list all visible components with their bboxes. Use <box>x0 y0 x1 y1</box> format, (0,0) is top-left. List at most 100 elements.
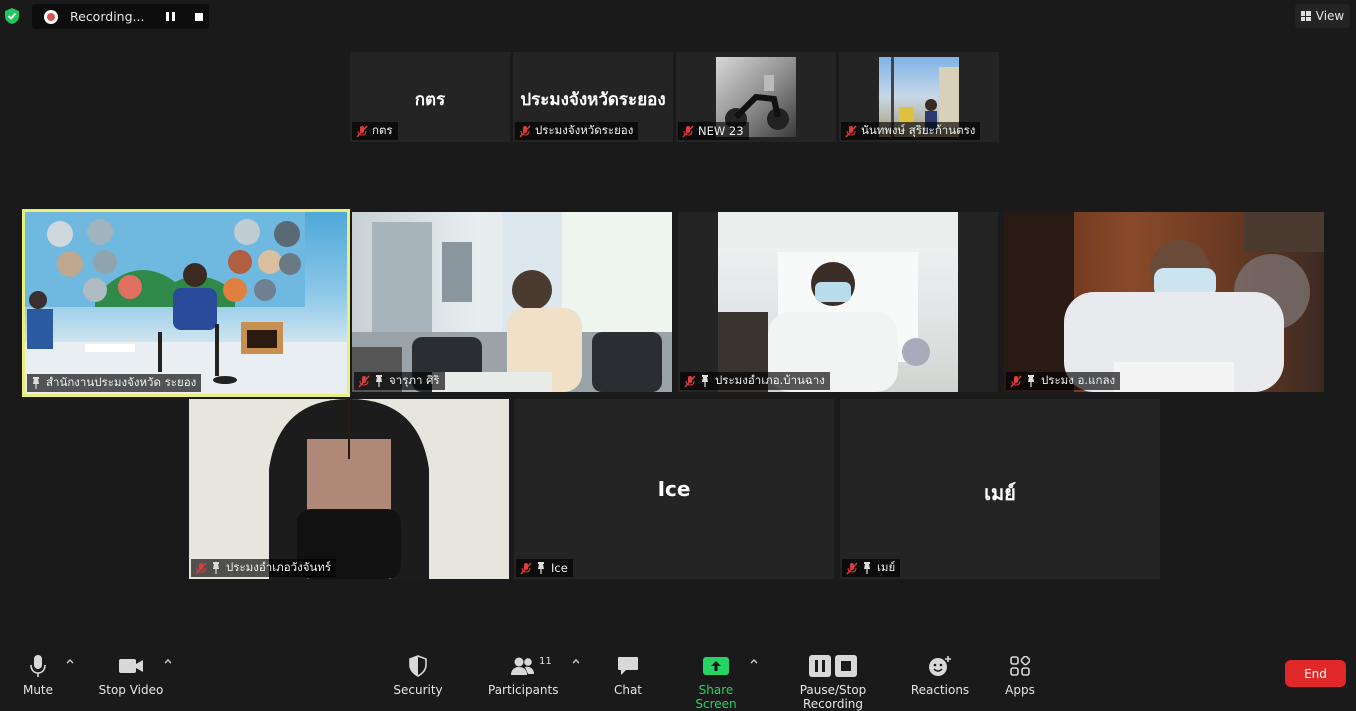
mic-muted-icon <box>356 125 368 137</box>
video-tile[interactable]: นันทพงษ์ สุริยะก้านตรง <box>839 52 999 142</box>
security-button[interactable]: Security <box>392 654 444 697</box>
stop-video-button[interactable]: Stop Video <box>96 654 166 697</box>
mic-muted-icon <box>519 125 531 137</box>
video-tile[interactable]: จารุภา ศิริ <box>352 212 672 392</box>
pin-icon <box>702 375 708 387</box>
participant-name: ประมง อ.แกลง <box>1041 373 1116 387</box>
video-feed <box>718 212 958 392</box>
reactions-label: Reactions <box>910 683 970 697</box>
recording-dot-icon <box>44 9 58 24</box>
stop-recording-icon[interactable] <box>195 12 203 21</box>
participant-name: เมย์ <box>877 560 896 574</box>
audio-options-chevron-up-icon[interactable] <box>65 656 75 666</box>
video-tile[interactable]: เมย์ เมย์ <box>840 399 1160 579</box>
share-screen-icon <box>703 657 729 675</box>
recording-status-text: Recording... <box>70 9 145 24</box>
mute-label: Mute <box>22 683 54 697</box>
participant-label: ประมง อ.แกลง <box>1006 372 1121 390</box>
mic-muted-icon <box>682 125 694 137</box>
participant-label: สำนักงานประมงจังหวัด ระยอง <box>27 374 202 392</box>
apps-label: Apps <box>1005 683 1035 697</box>
video-tile[interactable]: ประมงอำเภอ.บ้านฉาง <box>678 212 998 392</box>
stop-video-label: Stop Video <box>98 683 164 697</box>
video-feed <box>352 212 672 392</box>
apps-icon <box>1010 656 1030 676</box>
mute-button[interactable]: Mute <box>18 654 58 697</box>
video-tile-active-speaker[interactable]: สำนักงานประมงจังหวัด ระยอง <box>22 209 350 397</box>
participant-display-name: Ice <box>657 477 691 501</box>
participant-display-name: ประมงจังหวัดระยอง <box>520 90 666 110</box>
share-screen-button[interactable]: Share Screen <box>678 654 754 711</box>
participant-name: สำนักงานประมงจังหวัด ระยอง <box>46 375 197 389</box>
video-tile[interactable]: NEW 23 <box>676 52 836 142</box>
participant-label: Ice <box>516 559 573 577</box>
participant-display-name: เมย์ <box>984 481 1016 505</box>
pin-icon <box>538 562 544 574</box>
participant-name: กตร <box>372 123 393 137</box>
video-options-chevron-up-icon[interactable] <box>163 656 173 666</box>
participant-label: นันทพงษ์ สุริยะก้านตรง <box>841 122 981 140</box>
security-label: Security <box>393 683 443 697</box>
share-screen-label: Share Screen <box>695 683 737 711</box>
participant-label: จารุภา ศิริ <box>354 372 445 390</box>
participant-name: ประมงจังหวัดระยอง <box>535 123 634 137</box>
participant-name: จารุภา ศิริ <box>389 373 440 387</box>
video-tile[interactable]: ประมงจังหวัดระยอง ประมงจังหวัดระยอง <box>513 52 673 142</box>
pin-icon <box>213 562 219 574</box>
video-tile[interactable]: ประมงอำเภอวังจันทร์ <box>189 399 509 579</box>
video-tile[interactable]: ประมง อ.แกลง <box>1004 212 1324 392</box>
microphone-icon <box>30 655 46 677</box>
mic-muted-icon <box>845 125 857 137</box>
pause-recording-icon <box>809 655 831 677</box>
mic-muted-icon <box>358 375 370 387</box>
end-meeting-button[interactable]: End <box>1285 660 1346 687</box>
video-feed <box>189 399 509 579</box>
participant-name: ประมงอำเภอวังจันทร์ <box>226 560 332 574</box>
shield-icon <box>409 655 427 677</box>
pause-stop-recording-label: Pause/Stop Recording <box>799 683 867 711</box>
view-button[interactable]: View <box>1295 4 1350 28</box>
pin-icon <box>33 377 39 389</box>
participant-label: ประมงอำเภอวังจันทร์ <box>191 559 337 577</box>
chat-label: Chat <box>613 683 643 697</box>
video-tile[interactable]: กตร กตร <box>350 52 510 142</box>
mic-muted-icon <box>1010 375 1022 387</box>
participant-name: ประมงอำเภอ.บ้านฉาง <box>715 373 825 387</box>
view-button-label: View <box>1315 9 1345 23</box>
mic-muted-icon <box>846 562 858 574</box>
mic-muted-icon <box>195 562 207 574</box>
chat-bubble-icon <box>618 657 638 675</box>
participant-display-name: กตร <box>414 90 446 110</box>
video-camera-icon <box>119 659 143 673</box>
participant-name: NEW 23 <box>698 124 744 138</box>
mic-muted-icon <box>520 562 532 574</box>
video-tile[interactable]: Ice Ice <box>514 399 834 579</box>
participant-label: NEW 23 <box>678 122 749 140</box>
pause-recording-icon[interactable] <box>166 12 175 21</box>
share-options-chevron-up-icon[interactable] <box>749 656 759 666</box>
meeting-toolbar: Mute Stop Video Security Participants 11… <box>0 640 1356 711</box>
apps-button[interactable]: Apps <box>1000 654 1040 697</box>
participant-name: นันทพงษ์ สุริยะก้านตรง <box>861 123 976 137</box>
pin-icon <box>376 375 382 387</box>
participants-count-badge: 11 <box>539 656 552 667</box>
recording-indicator: Recording... <box>32 4 209 29</box>
security-shield-icon <box>5 8 19 24</box>
pin-icon <box>1028 375 1034 387</box>
participants-options-chevron-up-icon[interactable] <box>571 656 581 666</box>
reactions-smiley-icon <box>929 656 951 676</box>
participants-label: Participants <box>488 683 559 697</box>
pause-stop-recording-button[interactable]: Pause/Stop Recording <box>772 654 894 711</box>
participant-label: กตร <box>352 122 398 140</box>
grid-view-icon <box>1300 11 1311 21</box>
chat-button[interactable]: Chat <box>608 654 648 697</box>
video-feed <box>25 212 347 394</box>
video-feed <box>1004 212 1324 392</box>
participants-icon <box>511 657 534 675</box>
participant-name: Ice <box>551 561 568 575</box>
participant-label: ประมงอำเภอ.บ้านฉาง <box>680 372 830 390</box>
mic-muted-icon <box>684 375 696 387</box>
participant-label: เมย์ <box>842 559 901 577</box>
participant-label: ประมงจังหวัดระยอง <box>515 122 639 140</box>
reactions-button[interactable]: Reactions <box>910 654 970 697</box>
